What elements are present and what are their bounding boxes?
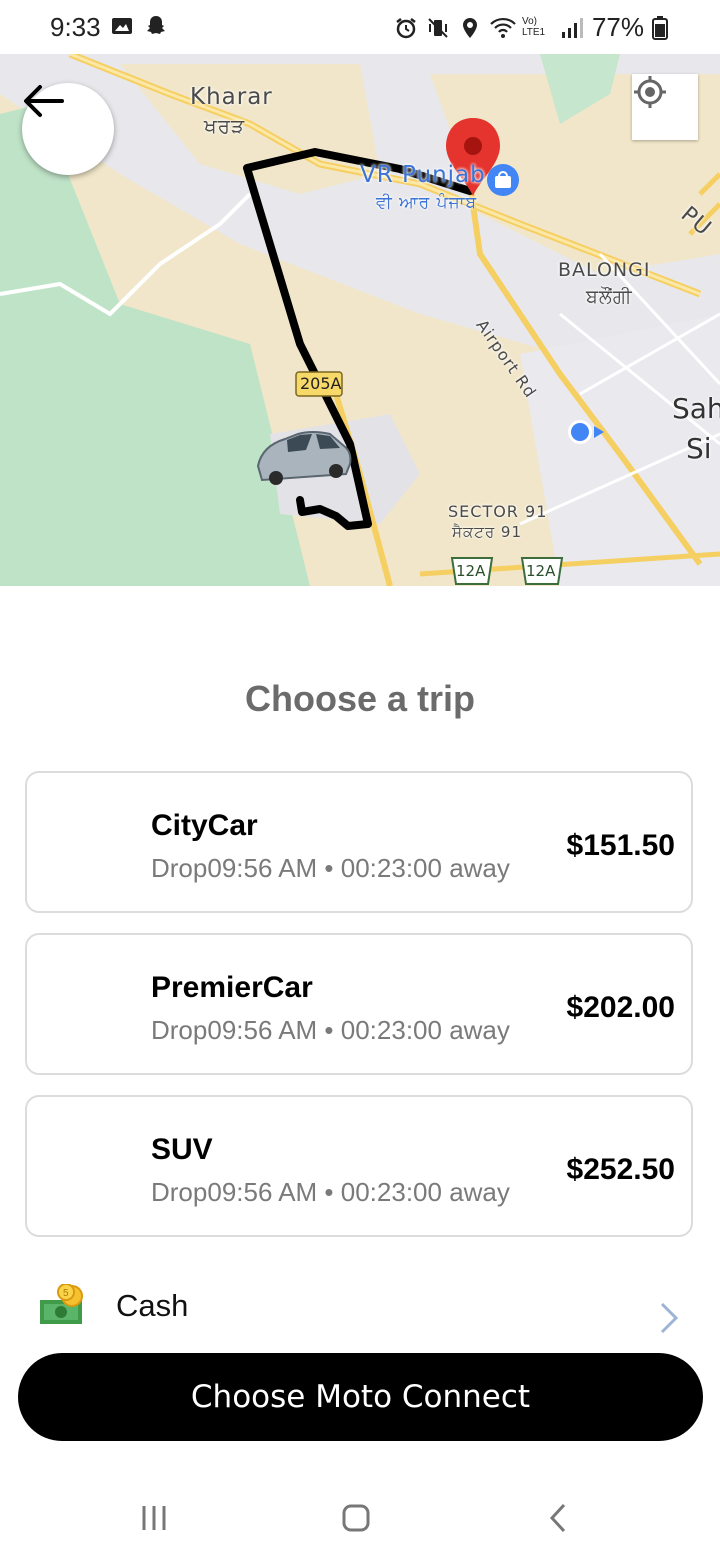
back-nav-button[interactable] [538,1498,578,1538]
snapchat-icon [144,14,168,38]
map-label-sector91: SECTOR 91 [448,502,548,521]
home-button[interactable] [336,1498,376,1538]
payment-method-label: Cash [116,1288,189,1323]
location-icon [458,16,482,40]
home-icon [342,1504,370,1532]
trip-name: PremierCar [151,971,313,1004]
crosshair-icon [634,76,666,108]
cash-icon: 5 [40,1284,83,1324]
battery-percent: 77% [591,12,644,42]
road-shield-12a-1: 12A [456,562,486,580]
back-nav-icon [549,1503,566,1533]
gallery-icon [110,14,134,38]
volte-icon: Vo) LTE1 [521,15,546,38]
wifi-icon [490,16,516,40]
system-nav-bar [0,1478,720,1560]
road-shield-12a-2: 12A [526,562,556,580]
status-left-icons [110,14,168,38]
status-right: Vo) LTE1 77% [394,12,676,43]
choose-ride-button[interactable]: Choose Moto Connect [18,1353,703,1441]
shopping-marker-icon [487,164,519,196]
arrow-left-icon [24,85,64,117]
payment-method-row[interactable]: 5 Cash [0,1280,720,1340]
trip-option-citycar[interactable]: CityCar Drop09:56 AM • 00:23:00 away $15… [25,771,693,913]
map-label-sector91-local: ਸੈਕਟਰ 91 [452,523,522,541]
map-label-balongi: BALONGI [558,259,651,281]
trip-price: $252.50 [566,1153,675,1186]
map-label-kharar: Kharar [190,84,273,110]
trip-eta: Drop09:56 AM • 00:23:00 away [151,1015,510,1045]
map-label-kharar-local: ਖਰੜ [204,114,246,138]
svg-text:5: 5 [63,1288,69,1299]
signal-icon [560,16,584,40]
trip-option-suv[interactable]: SUV Drop09:56 AM • 00:23:00 away $252.50 [25,1095,693,1237]
map-label-balongi-local: ਬਲੌਂਗੀ [586,286,633,308]
trip-price: $202.00 [566,991,675,1024]
map-label-si: Si [686,432,712,465]
recent-apps-icon [142,1506,166,1530]
status-time: 9:33 [50,12,101,42]
trip-eta: Drop09:56 AM • 00:23:00 away [151,853,510,883]
map-label-sah: Sah [672,392,720,425]
trip-name: SUV [151,1133,213,1166]
alarm-icon [394,16,418,40]
my-location-button[interactable] [632,74,698,140]
trip-eta: Drop09:56 AM • 00:23:00 away [151,1177,510,1207]
vibrate-icon [426,16,450,40]
map-view[interactable]: Kharar ਖਰੜ VR Punjab ਵੀ ਆਰ ਪੰਜਾਬ BALONGI… [0,54,720,586]
trip-price: $151.50 [566,829,675,862]
trip-option-premiercar[interactable]: PremierCar Drop09:56 AM • 00:23:00 away … [25,933,693,1075]
chevron-right-icon [660,1302,679,1334]
page-title: Choose a trip [244,678,476,719]
trip-name: CityCar [151,809,258,842]
battery-icon [652,15,676,40]
back-button[interactable] [22,83,114,175]
map-label-vr-punjab-local: ਵੀ ਆਰ ਪੰਜਾਬ [376,193,478,213]
road-shield-205a: 205A [300,374,342,393]
map-label-vr-punjab: VR Punjab [360,162,486,188]
recent-apps-button[interactable] [134,1498,174,1538]
status-bar: 9:33 Vo) LTE1 77% [0,0,720,54]
